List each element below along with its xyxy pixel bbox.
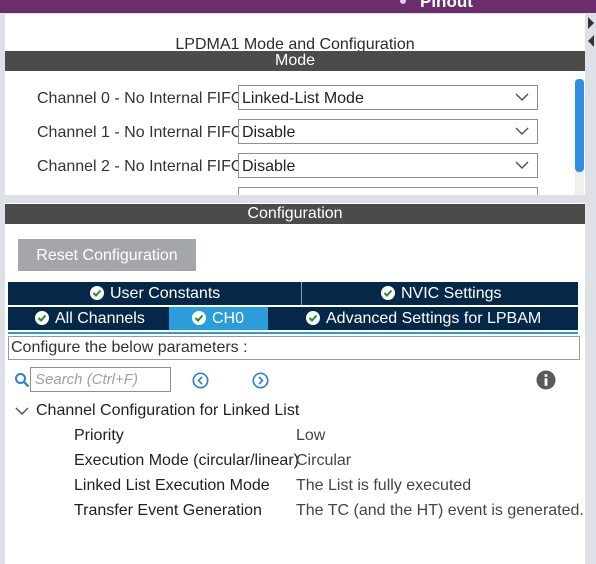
pinout-tab-label[interactable]: Pinout xyxy=(420,0,473,12)
channel-2-mode-select[interactable]: Disable xyxy=(238,153,538,178)
check-circle-icon xyxy=(381,286,395,300)
mode-section-header: Mode xyxy=(5,51,585,71)
chevron-down-icon[interactable] xyxy=(15,406,29,416)
mode-scrollbar-thumb[interactable] xyxy=(575,79,584,172)
chevron-down-icon xyxy=(515,93,529,102)
channel-3-mode-select[interactable] xyxy=(238,187,538,195)
channel-1-mode-value: Disable xyxy=(242,124,296,141)
channel-0-label: Channel 0 - No Internal FIFO xyxy=(37,90,244,107)
param-transfer-event-value[interactable]: The TC (and the HT) event is generated.. xyxy=(296,502,588,520)
channel-config-group-title[interactable]: Channel Configuration for Linked List xyxy=(36,402,299,420)
param-execution-mode-name: Execution Mode (circular/linear) xyxy=(74,452,299,469)
tab-nvic-settings-label: NVIC Settings xyxy=(401,285,502,302)
channel-1-row: Channel 1 - No Internal FIFO Disable xyxy=(5,118,573,146)
tab-user-constants[interactable]: User Constants xyxy=(90,282,220,305)
search-input[interactable] xyxy=(30,367,171,392)
channel-2-label: Channel 2 - No Internal FIFO xyxy=(37,158,244,175)
channel-2-row: Channel 2 - No Internal FIFO Disable xyxy=(5,152,573,180)
reset-configuration-button[interactable]: Reset Configuration xyxy=(18,239,196,271)
param-execution-mode-value[interactable]: Circular xyxy=(296,452,351,470)
tab-all-channels[interactable]: All Channels xyxy=(35,307,145,330)
mode-configuration-panel: LPDMA1 Mode and Configuration Mode Chann… xyxy=(5,14,588,564)
channel-1-label: Channel 1 - No Internal FIFO xyxy=(37,124,244,141)
check-circle-icon xyxy=(90,286,104,300)
section-divider xyxy=(5,195,585,203)
tab-separator xyxy=(301,282,302,305)
channel-0-row: Channel 0 - No Internal FIFO Linked-List… xyxy=(5,84,573,112)
tab-advanced-settings-lpbam[interactable]: Advanced Settings for LPBAM xyxy=(306,307,541,330)
param-linked-list-exec-value[interactable]: The List is fully executed xyxy=(296,477,471,495)
pinout-bullet-icon xyxy=(400,0,406,4)
tab-active-underline xyxy=(8,332,578,334)
arrow-left-circle-icon[interactable] xyxy=(192,372,209,389)
check-circle-icon xyxy=(306,311,320,325)
tab-advanced-settings-label: Advanced Settings for LPBAM xyxy=(326,310,542,327)
channel-0-mode-select[interactable]: Linked-List Mode xyxy=(238,85,538,110)
channel-0-mode-value: Linked-List Mode xyxy=(242,90,364,107)
param-priority-value[interactable]: Low xyxy=(296,427,325,445)
chevron-down-icon xyxy=(515,127,529,136)
check-circle-icon xyxy=(192,311,206,325)
tab-user-constants-label: User Constants xyxy=(110,285,221,302)
tab-ch0[interactable]: CH0 xyxy=(169,307,268,330)
parameters-description: Configure the below parameters : xyxy=(8,336,580,360)
collapse-right-icon[interactable] xyxy=(585,16,596,30)
param-transfer-event-name: Transfer Event Generation xyxy=(74,502,262,519)
channel-3-row xyxy=(5,186,573,195)
arrow-right-circle-icon[interactable] xyxy=(252,372,269,389)
channel-2-mode-value: Disable xyxy=(242,158,296,175)
info-icon[interactable] xyxy=(536,370,556,390)
channel-1-mode-select[interactable]: Disable xyxy=(238,119,538,144)
search-icon xyxy=(15,373,30,388)
mode-list: Channel 0 - No Internal FIFO Linked-List… xyxy=(5,83,573,195)
param-linked-list-exec-name: Linked List Execution Mode xyxy=(74,477,270,494)
tab-all-channels-label: All Channels xyxy=(55,310,145,327)
tab-row-2: All Channels CH0 Advanced Settings for L… xyxy=(8,307,578,330)
title-bar: Pinout xyxy=(0,0,596,13)
collapse-left-icon[interactable] xyxy=(585,34,596,48)
tab-row-1: User Constants NVIC Settings xyxy=(8,282,578,305)
check-circle-icon xyxy=(35,311,49,325)
configuration-section-header: Configuration xyxy=(5,204,585,224)
chevron-down-icon xyxy=(515,161,529,170)
param-priority-name: Priority xyxy=(74,427,124,444)
right-edge-bar xyxy=(585,14,596,564)
tab-nvic-settings[interactable]: NVIC Settings xyxy=(381,282,501,305)
tab-ch0-label: CH0 xyxy=(212,310,245,327)
